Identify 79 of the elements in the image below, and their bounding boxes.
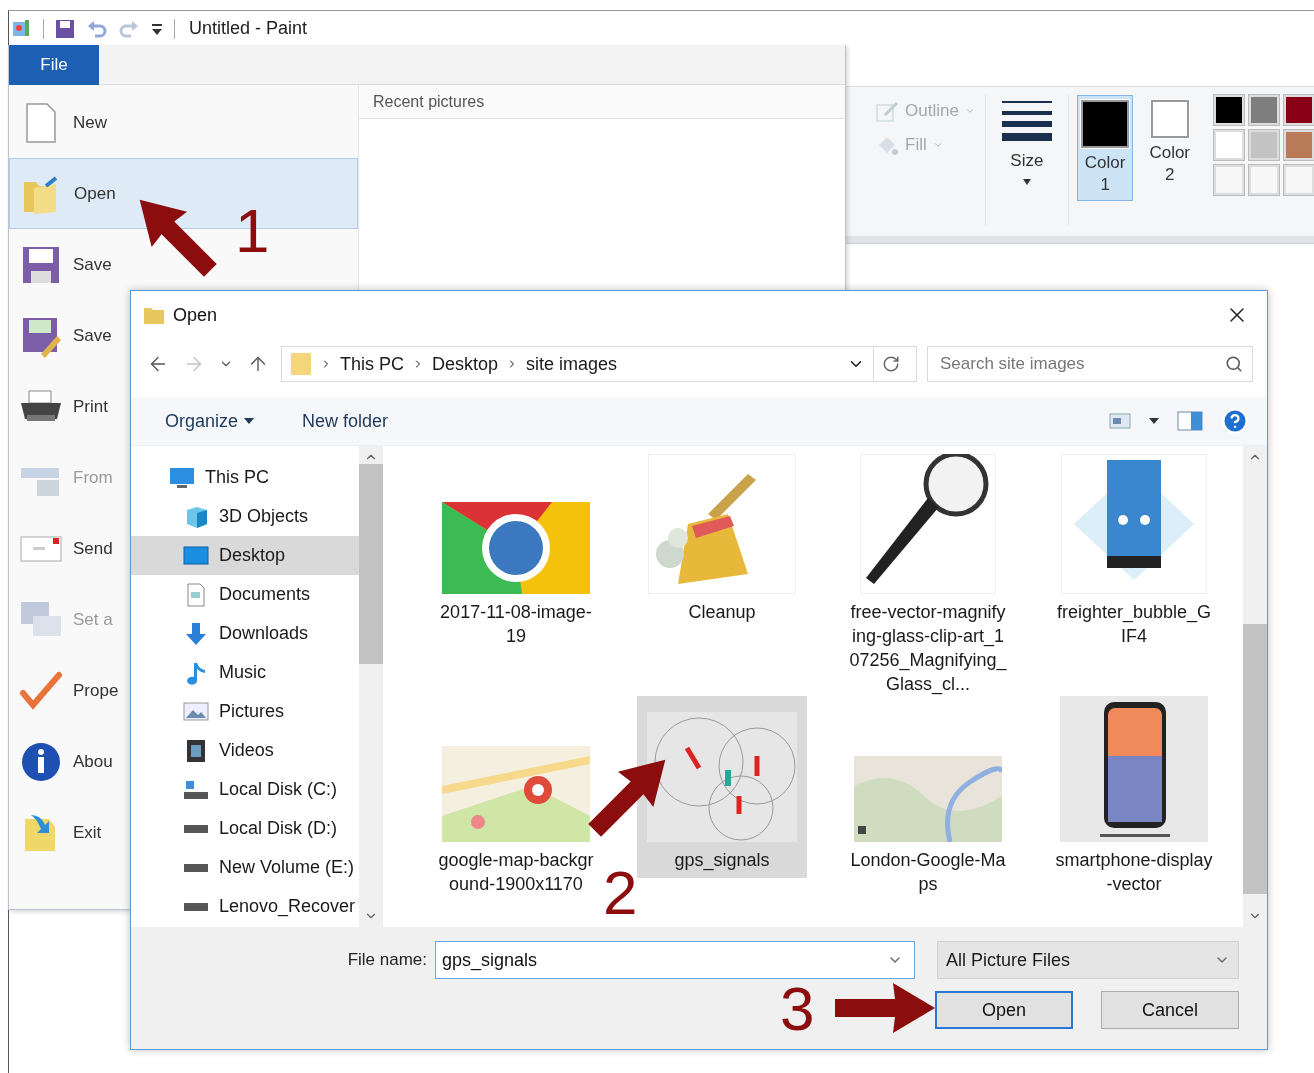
step-number: 3 xyxy=(780,978,815,1040)
dialog-button[interactable]: Cancel xyxy=(1101,991,1239,1029)
nav-tree-item[interactable]: Pictures xyxy=(131,692,359,731)
desktop-icon xyxy=(183,543,209,568)
custom-color-slot[interactable] xyxy=(1249,165,1279,195)
view-options-icon[interactable] xyxy=(1109,413,1131,429)
nav-tree-item[interactable]: Local Disk (D:) xyxy=(131,809,359,848)
preview-pane-icon[interactable] xyxy=(1177,411,1203,431)
save-icon[interactable] xyxy=(54,17,76,40)
toolbar-button[interactable]: Organize xyxy=(161,406,259,436)
palette-color[interactable] xyxy=(1249,95,1279,125)
menu-item[interactable]: Save xyxy=(9,229,129,300)
palette-color[interactable] xyxy=(1214,130,1244,160)
file-type-dropdown[interactable]: All Picture Files xyxy=(937,941,1239,979)
breadcrumb-item[interactable]: This PC xyxy=(340,353,404,375)
menu-item[interactable]: Exit xyxy=(9,797,129,868)
toolbar-button[interactable]: New folder xyxy=(298,406,393,436)
menu-item[interactable]: Prope xyxy=(9,655,129,726)
color-selector-button[interactable]: Color 1 xyxy=(1076,95,1134,201)
folder-icon xyxy=(143,305,165,325)
drive-icon xyxy=(183,824,209,833)
search-field[interactable]: Search site images xyxy=(927,346,1253,382)
nav-tree-item[interactable]: This PC xyxy=(131,458,359,497)
window-title: Untitled - Paint xyxy=(189,18,308,39)
scrollbar[interactable] xyxy=(359,446,383,927)
nav-tree-item[interactable]: Downloads xyxy=(131,614,359,653)
scrollbar[interactable] xyxy=(1243,446,1267,927)
menu-item[interactable]: Abou xyxy=(9,726,129,797)
address-bar[interactable]: This PC Desktop site images xyxy=(281,346,917,382)
dropdown-caret-icon xyxy=(932,140,943,150)
nav-tree-item[interactable]: Music xyxy=(131,653,359,692)
size-button[interactable]: Size xyxy=(985,95,1069,225)
custom-color-slot[interactable] xyxy=(1214,165,1244,195)
folder-icon xyxy=(290,352,312,376)
recent-pictures-heading: Recent pictures xyxy=(359,85,845,119)
nav-tree-item[interactable]: 3D Objects xyxy=(131,497,359,536)
drive-icon xyxy=(183,902,209,911)
file-item[interactable]: google-map-background-1900x1170 xyxy=(431,696,601,902)
file-item[interactable]: gps_signals xyxy=(637,696,807,878)
field-label: File name: xyxy=(347,950,427,970)
nav-tree-item[interactable]: Desktop xyxy=(131,536,359,575)
file-item[interactable]: Cleanup xyxy=(637,448,807,630)
dropdown-caret-icon xyxy=(964,106,975,116)
caret-icon xyxy=(244,418,255,424)
caret-icon[interactable] xyxy=(1149,418,1159,424)
caret-icon xyxy=(1022,179,1031,185)
breadcrumb-item[interactable]: Desktop xyxy=(432,353,499,375)
file-name-field[interactable]: gps_signals xyxy=(435,941,915,979)
breadcrumb-item[interactable]: site images xyxy=(526,353,618,375)
menu-item[interactable]: Print xyxy=(9,371,129,442)
palette-color[interactable] xyxy=(1284,95,1314,125)
step-number: 2 xyxy=(603,862,638,924)
palette-color[interactable] xyxy=(1249,130,1279,160)
nav-tree-item[interactable]: Lenovo_Recover xyxy=(131,887,359,926)
dialog-title: Open xyxy=(173,304,219,326)
refresh-icon xyxy=(882,355,900,373)
help-icon[interactable] xyxy=(1221,407,1249,435)
menu-item[interactable]: Send xyxy=(9,513,129,584)
computer-icon xyxy=(169,465,195,490)
menu-item[interactable]: Save xyxy=(9,300,129,371)
nav-tree-item[interactable]: Videos xyxy=(131,731,359,770)
nav-tree-item[interactable]: Local Disk (C:) xyxy=(131,770,359,809)
file-item[interactable]: 2017-11-08-image-19 xyxy=(431,448,601,654)
pictures-icon xyxy=(183,699,209,724)
file-tab[interactable]: File xyxy=(9,45,99,85)
download-arrow-icon xyxy=(183,621,209,646)
file-item[interactable]: freighter_bubble_GIF4 xyxy=(1049,448,1219,654)
dialog-button[interactable]: Open xyxy=(935,991,1073,1029)
nav-tree-item[interactable]: New Volume (E:) xyxy=(131,848,359,887)
custom-color-slot[interactable] xyxy=(1284,165,1314,195)
pencil-outline-icon xyxy=(875,99,899,123)
nav-tree-item[interactable]: Documents xyxy=(131,575,359,614)
line-size-icon xyxy=(1001,99,1052,143)
file-item[interactable]: smartphone-display-vector xyxy=(1049,696,1219,902)
color-selector-button[interactable]: Color 2 xyxy=(1141,95,1198,201)
menu-item[interactable]: New xyxy=(9,87,129,158)
palette-color[interactable] xyxy=(1284,130,1314,160)
palette-color[interactable] xyxy=(1214,95,1244,125)
drive-icon xyxy=(183,863,209,872)
